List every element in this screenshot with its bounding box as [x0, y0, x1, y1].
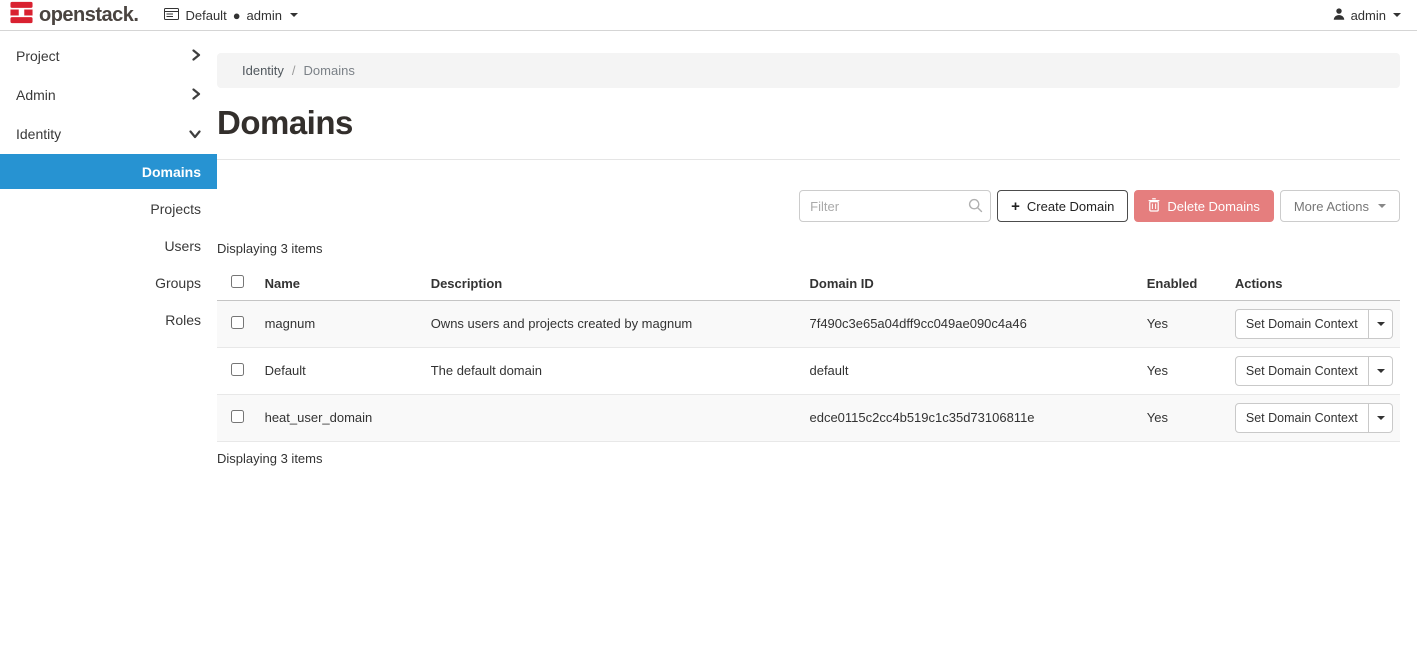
- chevron-down-icon: [1393, 13, 1401, 17]
- sidebar-item-label: Admin: [16, 87, 56, 103]
- table-row: heat_user_domain edce0115c2cc4b519c1c35d…: [217, 394, 1400, 441]
- context-bullet: ●: [233, 8, 241, 23]
- breadcrumb-current: Domains: [304, 63, 355, 78]
- cell-description: Owns users and projects created by magnu…: [431, 300, 810, 347]
- main-content: Identity / Domains Domains + Create Doma…: [217, 31, 1417, 650]
- title-divider: [217, 159, 1400, 160]
- context-domain: Default: [185, 8, 226, 23]
- table-row: magnum Owns users and projects created b…: [217, 300, 1400, 347]
- delete-domains-label: Delete Domains: [1167, 199, 1260, 214]
- chevron-down-icon: [189, 126, 201, 142]
- row-checkbox[interactable]: [231, 316, 244, 329]
- breadcrumb-separator: /: [292, 63, 296, 78]
- user-name: admin: [1351, 8, 1386, 23]
- row-actions-dropdown-toggle[interactable]: [1369, 309, 1393, 339]
- row-checkbox[interactable]: [231, 363, 244, 376]
- breadcrumb-identity[interactable]: Identity: [242, 63, 284, 78]
- set-domain-context-button[interactable]: Set Domain Context: [1235, 403, 1369, 433]
- cell-description: The default domain: [431, 347, 810, 394]
- chevron-down-icon: [1377, 322, 1385, 326]
- sidebar-item-domains[interactable]: Domains: [0, 154, 217, 189]
- chevron-down-icon: [1377, 369, 1385, 373]
- row-actions-dropdown-toggle[interactable]: [1369, 403, 1393, 433]
- brand-wordmark: openstack.: [39, 4, 138, 27]
- context-project: admin: [247, 8, 282, 23]
- filter-box: [799, 190, 991, 222]
- search-icon: [968, 198, 983, 218]
- page-title: Domains: [217, 104, 1400, 142]
- plus-icon: +: [1011, 198, 1020, 215]
- row-action-split-button: Set Domain Context: [1235, 309, 1393, 339]
- table-toolbar: + Create Domain Delete Domains More Acti…: [217, 190, 1400, 222]
- column-header-enabled[interactable]: Enabled: [1147, 267, 1235, 300]
- table-row: Default The default domain default Yes S…: [217, 347, 1400, 394]
- sidebar-item-label: Roles: [165, 312, 201, 328]
- filter-input[interactable]: [799, 190, 991, 222]
- row-checkbox[interactable]: [231, 410, 244, 423]
- chevron-right-icon: [191, 87, 201, 103]
- cell-enabled: Yes: [1147, 300, 1235, 347]
- cell-enabled: Yes: [1147, 394, 1235, 441]
- sidebar-item-label: Identity: [16, 126, 61, 142]
- items-count-top: Displaying 3 items: [217, 241, 1400, 256]
- sidebar-item-label: Domains: [142, 164, 201, 180]
- create-domain-button[interactable]: + Create Domain: [997, 190, 1128, 222]
- chevron-down-icon: [1377, 416, 1385, 420]
- chevron-down-icon: [1378, 204, 1386, 208]
- chevron-down-icon: [290, 13, 298, 17]
- sidebar-item-admin[interactable]: Admin: [0, 75, 217, 114]
- cell-domain-id: default: [809, 347, 1146, 394]
- cell-description: [431, 394, 810, 441]
- sidebar-item-label: Users: [164, 238, 201, 254]
- create-domain-label: Create Domain: [1027, 199, 1114, 214]
- delete-domains-button[interactable]: Delete Domains: [1134, 190, 1274, 222]
- openstack-logo-icon: [10, 1, 33, 29]
- column-header-description[interactable]: Description: [431, 267, 810, 300]
- cell-domain-id: 7f490c3e65a04dff9cc049ae090c4a46: [809, 300, 1146, 347]
- row-action-split-button: Set Domain Context: [1235, 403, 1393, 433]
- context-switcher[interactable]: Default ● admin: [164, 8, 297, 23]
- sidebar-item-label: Projects: [150, 201, 201, 217]
- domains-table: Name Description Domain ID Enabled Actio…: [217, 267, 1400, 442]
- more-actions-button[interactable]: More Actions: [1280, 190, 1400, 222]
- set-domain-context-button[interactable]: Set Domain Context: [1235, 309, 1369, 339]
- sidebar-item-project[interactable]: Project: [0, 36, 217, 75]
- user-menu[interactable]: admin: [1332, 7, 1401, 24]
- sidebar-item-groups[interactable]: Groups: [0, 264, 217, 301]
- sidebar: Project Admin Identity Domains Projects …: [0, 31, 217, 650]
- select-all-checkbox[interactable]: [231, 275, 244, 288]
- sidebar-item-roles[interactable]: Roles: [0, 301, 217, 338]
- sidebar-item-projects[interactable]: Projects: [0, 190, 217, 227]
- sidebar-item-identity[interactable]: Identity: [0, 114, 217, 153]
- row-actions-dropdown-toggle[interactable]: [1369, 356, 1393, 386]
- sidebar-item-users[interactable]: Users: [0, 227, 217, 264]
- cell-name: magnum: [265, 300, 431, 347]
- topbar: openstack. Default ● admin admin: [0, 0, 1417, 31]
- items-count-bottom: Displaying 3 items: [217, 451, 1400, 466]
- trash-icon: [1148, 198, 1160, 215]
- brand[interactable]: openstack.: [10, 1, 138, 29]
- cell-domain-id: edce0115c2cc4b519c1c35d73106811e: [809, 394, 1146, 441]
- column-header-domain-id[interactable]: Domain ID: [809, 267, 1146, 300]
- chevron-right-icon: [191, 48, 201, 64]
- column-header-name[interactable]: Name: [265, 267, 431, 300]
- table-header-row: Name Description Domain ID Enabled Actio…: [217, 267, 1400, 300]
- sidebar-item-label: Groups: [155, 275, 201, 291]
- column-header-actions: Actions: [1235, 267, 1400, 300]
- cell-name: heat_user_domain: [265, 394, 431, 441]
- user-icon: [1332, 7, 1346, 24]
- set-domain-context-button[interactable]: Set Domain Context: [1235, 356, 1369, 386]
- domain-panel-icon: [164, 8, 179, 23]
- cell-name: Default: [265, 347, 431, 394]
- more-actions-label: More Actions: [1294, 199, 1369, 214]
- cell-enabled: Yes: [1147, 347, 1235, 394]
- sidebar-item-label: Project: [16, 48, 60, 64]
- row-action-split-button: Set Domain Context: [1235, 356, 1393, 386]
- breadcrumb: Identity / Domains: [217, 53, 1400, 88]
